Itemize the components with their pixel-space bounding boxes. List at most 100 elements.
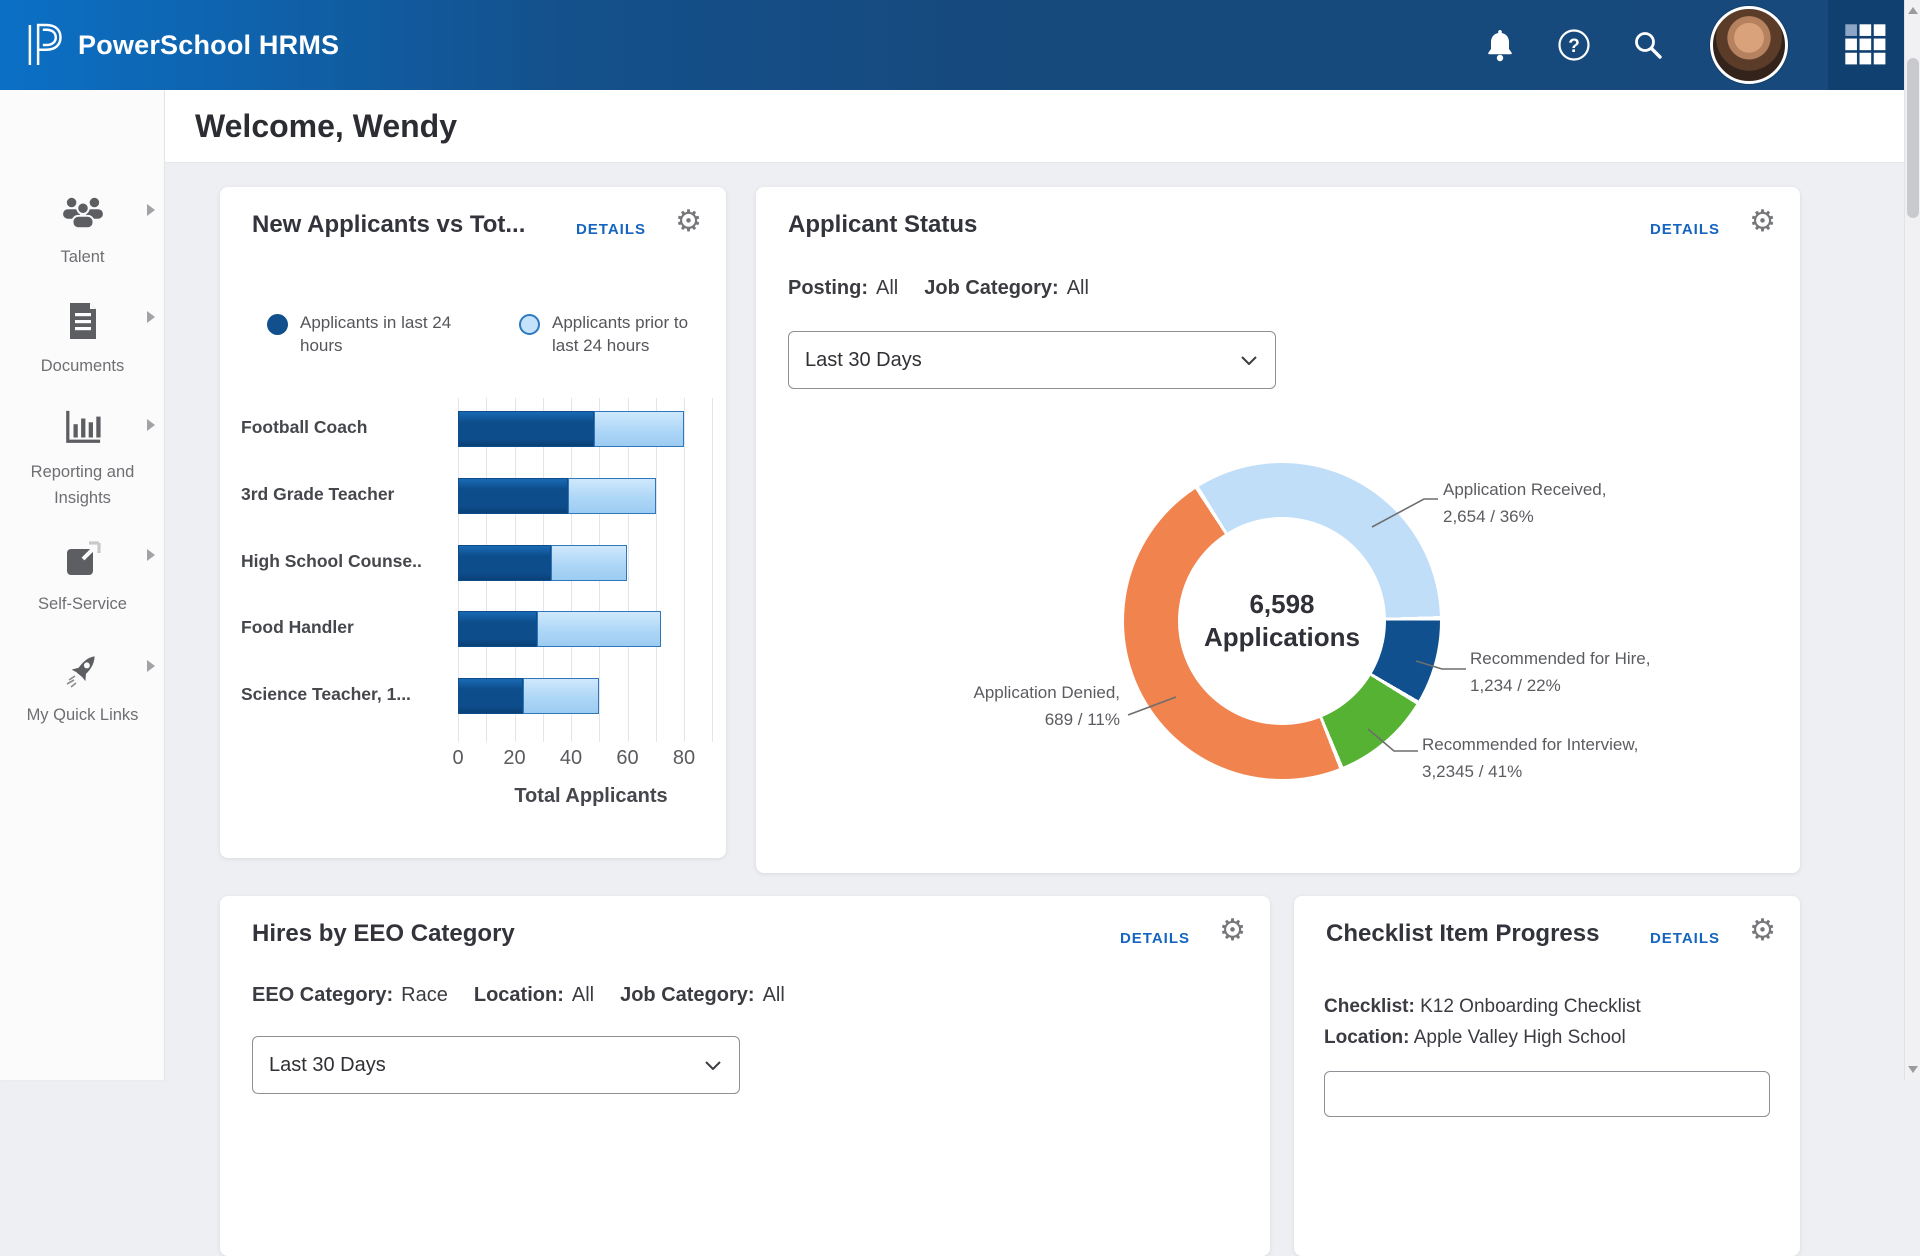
gridline [655, 398, 657, 742]
checklist-select[interactable] [1324, 1071, 1770, 1117]
filter-label: EEO Category: [252, 984, 394, 1006]
status-filters: Posting: All Job Category: All [788, 277, 1089, 300]
donut-callout-line: Application Received, [1443, 480, 1607, 499]
sidebar-item-label: Talent [60, 248, 105, 266]
details-link[interactable]: DETAILS [1120, 930, 1190, 947]
filter-job-category: Job Category: All [924, 277, 1089, 300]
filter-label: Location: [473, 984, 564, 1006]
axis-tick-label: 80 [672, 747, 696, 769]
rocket-icon [66, 656, 95, 688]
gridline [712, 398, 714, 742]
axis-tick-label: 20 [503, 747, 526, 769]
filter-eeo-category: EEO Category: Race [252, 984, 448, 1007]
donut-total-value: 6,598 [1249, 589, 1315, 619]
card-title: Checklist Item Progress [1326, 920, 1600, 947]
details-link[interactable]: DETAILS [1650, 221, 1720, 238]
filter-posting: Posting: All [788, 277, 898, 300]
bar-segment-last24 [458, 611, 538, 648]
sidebar-item-talent[interactable]: Talent [0, 194, 165, 270]
bar-segment-last24 [458, 678, 523, 714]
sidebar-item-my-quick-links[interactable]: My Quick Links [0, 650, 165, 728]
axis-tick-label: 0 [452, 747, 464, 769]
scroll-down-arrow-icon[interactable] [1908, 1066, 1918, 1073]
donut-callout-label: Application Denied, 689 / 11% [974, 679, 1120, 733]
user-avatar[interactable] [1710, 6, 1788, 84]
checklist-name-line: Checklist: K12 Onboarding Checklist [1324, 996, 1641, 1018]
donut-callout-label: Application Received, 2,654 / 36% [1443, 476, 1606, 530]
filter-label: Posting: [788, 277, 868, 299]
donut-total-label: Applications [1203, 622, 1360, 652]
card-title: Hires by EEO Category [252, 920, 515, 947]
powerschool-logo: PowerSchool HRMS [24, 21, 339, 69]
donut-center: 6,598 Applications [1178, 517, 1386, 725]
help-icon[interactable]: ? [1556, 27, 1592, 63]
donut-callout-label: Recommended for Interview, 3,2345 / 41% [1422, 731, 1638, 785]
donut-callout-line: Recommended for Hire, [1470, 649, 1651, 668]
filter-value: All [1066, 277, 1089, 299]
sidebar-item-label: Reporting and Insights [30, 463, 135, 507]
bar-segment-prior [537, 611, 662, 648]
card-new-applicants: New Applicants vs Tot... DETAILS ⚙ Appli… [220, 187, 726, 858]
document-icon [69, 303, 96, 339]
card-applicant-status: Applicant Status DETAILS ⚙ Posting: All J… [756, 187, 1800, 873]
vertical-scrollbar[interactable] [1904, 0, 1920, 1080]
page-title: Welcome, Wendy [195, 107, 457, 144]
category-label: Science Teacher, 1... [241, 684, 411, 704]
eeo-filters: EEO Category: Race Location: All Job Categ… [252, 984, 785, 1007]
bar-segment-last24 [458, 411, 594, 447]
sidebar-item-label: Documents [40, 357, 125, 375]
scrollbar-thumb[interactable] [1907, 58, 1919, 218]
sidebar-item-documents[interactable]: Documents [0, 301, 165, 379]
powerschool-p-icon [28, 23, 62, 65]
axis-tick-label: 40 [559, 747, 583, 769]
date-range-select[interactable]: Last 30 Days [252, 1036, 740, 1094]
bar-chart-icon [65, 410, 101, 443]
bar-segment-last24 [458, 477, 569, 514]
chevron-right-icon [147, 660, 155, 672]
card-checklist-progress: Checklist Item Progress DETAILS ⚙ Checkl… [1294, 896, 1800, 1256]
category-label: 3rd Grade Teacher [241, 483, 395, 504]
search-icon[interactable] [1630, 27, 1666, 63]
filter-value: All [876, 277, 899, 299]
donut-callout-line: 1,234 / 22% [1470, 676, 1561, 695]
category-label: Food Handler [241, 617, 354, 638]
donut-callout-line: 2,654 / 36% [1443, 507, 1534, 526]
sidebar-item-reporting-insights[interactable]: Reporting and Insights [0, 409, 165, 511]
external-link-icon [66, 541, 101, 575]
svg-text:?: ? [1568, 36, 1580, 57]
page-header: Welcome, Wendy [165, 90, 1904, 163]
gear-icon[interactable]: ⚙ [1749, 207, 1776, 237]
donut-callout-line: 689 / 11% [1044, 710, 1120, 729]
grid-apps-icon [1845, 24, 1886, 65]
date-range-select[interactable]: Last 30 Days [788, 331, 1276, 389]
bar-segment-last24 [458, 544, 552, 581]
gear-icon[interactable]: ⚙ [1219, 916, 1246, 946]
chevron-right-icon [147, 549, 155, 561]
gear-icon[interactable]: ⚙ [1749, 916, 1776, 946]
bar-segment-prior [522, 678, 600, 714]
donut-callout-label: Recommended for Hire, 1,234 / 22% [1470, 645, 1650, 699]
category-label: Football Coach [241, 417, 368, 437]
filter-location: Location: All [474, 984, 594, 1007]
talent-people-icon [62, 197, 103, 230]
card-title: Applicant Status [788, 211, 978, 238]
app-launcher-button[interactable] [1828, 0, 1904, 90]
category-label: High School Counse.. [241, 550, 422, 571]
filter-value: All [762, 984, 785, 1006]
chevron-down-icon [705, 1060, 721, 1070]
details-link[interactable]: DETAILS [1650, 930, 1720, 947]
donut-chart: 6,598 Applications [1124, 463, 1440, 779]
sidebar-item-label: Self-Service [38, 595, 127, 613]
notifications-bell-icon[interactable] [1482, 27, 1518, 63]
topbar-actions: ? [1482, 0, 1788, 90]
donut-callout-line: Application Denied, [973, 683, 1120, 702]
card-hires-eeo: Hires by EEO Category DETAILS ⚙ EEO Cate… [220, 896, 1270, 1256]
scroll-up-arrow-icon[interactable] [1908, 7, 1918, 14]
sidebar-item-self-service[interactable]: Self-Service [0, 539, 165, 617]
filter-job-category: Job Category: All [620, 984, 785, 1007]
gridline [684, 398, 685, 742]
x-axis-title: Total Applicants [514, 785, 668, 807]
filter-value: All [571, 984, 595, 1006]
app-title: PowerSchool HRMS [78, 29, 340, 60]
chevron-right-icon [147, 311, 155, 323]
